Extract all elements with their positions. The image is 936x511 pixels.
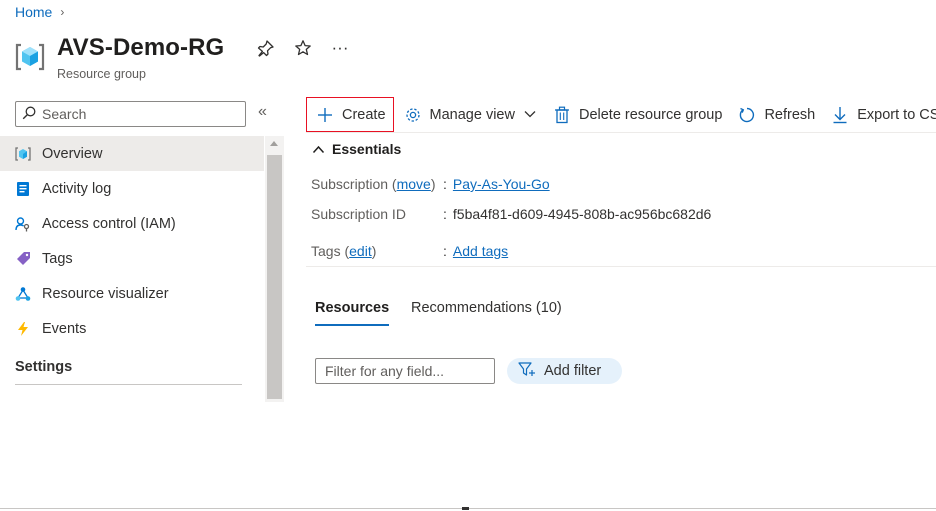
breadcrumb-chevron-icon: ›: [60, 5, 65, 19]
refresh-button[interactable]: Refresh: [730, 97, 823, 132]
export-label: Export to CSV: [857, 106, 936, 123]
essentials-divider: [306, 266, 936, 267]
colon: :: [443, 243, 447, 259]
pin-icon[interactable]: [256, 38, 276, 58]
tag-icon: [15, 251, 31, 267]
add-tags-link[interactable]: Add tags: [453, 243, 508, 259]
subscription-id-value: f5ba4f81-d609-4945-808b-ac956bc682d6: [452, 206, 712, 222]
sidebar-item-label: Resource visualizer: [42, 285, 169, 302]
chevron-down-icon: [523, 107, 537, 123]
subscription-label: Subscription: [311, 176, 389, 192]
search-input[interactable]: [42, 106, 232, 122]
sidebar-item-access-control[interactable]: Access control (IAM): [0, 206, 264, 241]
trash-icon: [553, 106, 571, 124]
collapse-sidebar-icon[interactable]: «: [258, 103, 267, 121]
colon: :: [443, 176, 447, 192]
page-subtitle: Resource group: [57, 67, 146, 81]
sidebar-item-label: Access control (IAM): [42, 215, 176, 232]
chevron-up-icon: [312, 141, 325, 157]
sidebar-scrollbar[interactable]: [265, 136, 284, 402]
tags-label: Tags: [311, 243, 341, 259]
create-button[interactable]: Create: [306, 97, 394, 132]
filter-field[interactable]: [315, 358, 495, 384]
subscription-id-label: Subscription ID: [311, 206, 406, 222]
manage-view-button[interactable]: Manage view: [396, 97, 545, 132]
header-actions: ···: [256, 38, 350, 58]
activity-log-icon: [15, 181, 31, 197]
tags-label-row: Tags (edit): [311, 243, 377, 259]
essentials-heading: Essentials: [332, 141, 402, 157]
sidebar-section-settings: Settings: [15, 359, 73, 375]
resize-handle[interactable]: [462, 507, 469, 510]
manage-view-label: Manage view: [429, 106, 515, 123]
scroll-up-icon[interactable]: [270, 141, 278, 146]
tab-resources[interactable]: Resources: [315, 300, 390, 326]
tags-value-row: : Add tags: [443, 243, 508, 259]
sidebar-item-label: Tags: [42, 250, 73, 267]
sidebar-item-overview[interactable]: Overview: [0, 136, 264, 171]
overview-icon: [15, 146, 31, 162]
refresh-icon: [738, 106, 756, 124]
add-filter-label: Add filter: [544, 363, 602, 379]
command-bar: Create Manage view Delete resource group…: [306, 97, 936, 132]
move-link[interactable]: move: [397, 176, 431, 192]
download-icon: [831, 106, 849, 124]
resource-group-icon: [15, 42, 45, 72]
refresh-label: Refresh: [764, 106, 816, 123]
plus-icon: [316, 106, 334, 124]
subscription-id-value-row: : f5ba4f81-d609-4945-808b-ac956bc682d6: [443, 206, 711, 222]
more-icon[interactable]: ···: [330, 38, 350, 58]
export-csv-button[interactable]: Export to CSV: [823, 97, 936, 132]
sidebar-search[interactable]: [15, 101, 246, 127]
sidebar-nav: Overview Activity log Access control (IA…: [0, 136, 264, 400]
sidebar-item-events[interactable]: Events: [0, 311, 264, 346]
tab-recommendations[interactable]: Recommendations (10): [411, 300, 562, 324]
sidebar-item-activity-log[interactable]: Activity log: [0, 171, 264, 206]
edit-tags-link[interactable]: edit: [349, 243, 372, 259]
toolbar-divider: [306, 132, 936, 133]
page-title: AVS-Demo-RG: [57, 34, 225, 61]
add-filter-button[interactable]: Add filter: [507, 358, 622, 384]
gear-icon: [404, 106, 422, 124]
breadcrumb-home-link[interactable]: Home: [15, 4, 52, 20]
sidebar-item-label: Overview: [42, 145, 103, 162]
lightning-icon: [15, 321, 31, 337]
subscription-link[interactable]: Pay-As-You-Go: [453, 176, 550, 192]
sidebar-item-label: Events: [42, 320, 87, 337]
star-icon[interactable]: [293, 38, 313, 58]
filter-input[interactable]: [325, 359, 485, 383]
delete-label: Delete resource group: [578, 106, 723, 123]
iam-icon: [15, 216, 31, 232]
sidebar-section-divider: [15, 384, 242, 385]
delete-resource-group-button[interactable]: Delete resource group: [545, 97, 730, 132]
sidebar-item-resource-visualizer[interactable]: Resource visualizer: [0, 276, 264, 311]
filter-icon: [518, 361, 536, 381]
scrollbar-thumb[interactable]: [267, 155, 282, 399]
create-label: Create: [342, 106, 386, 123]
subscription-label-row: Subscription (move): [311, 176, 436, 192]
essentials-toggle[interactable]: Essentials: [312, 141, 401, 157]
sidebar-item-label: Activity log: [42, 180, 112, 197]
sidebar-item-tags[interactable]: Tags: [0, 241, 264, 276]
search-icon: [22, 106, 36, 123]
breadcrumb: Home ›: [15, 4, 64, 20]
subscription-value-row: : Pay-As-You-Go: [443, 176, 550, 192]
visualizer-icon: [15, 286, 31, 302]
colon: :: [443, 206, 447, 222]
